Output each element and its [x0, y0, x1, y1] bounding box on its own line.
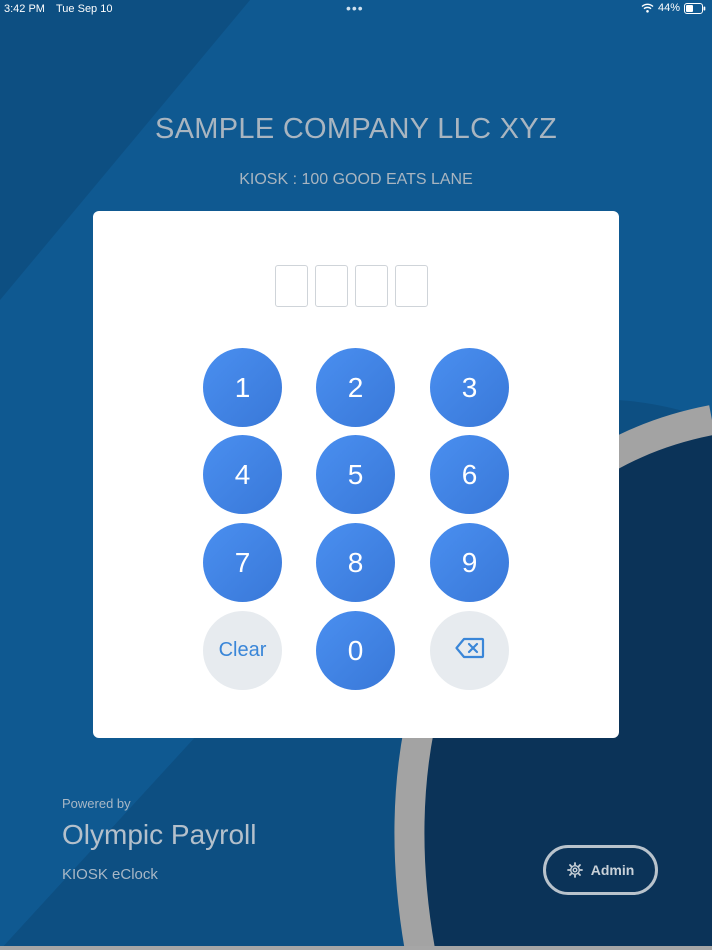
- powered-by-label: Powered by: [62, 796, 131, 811]
- product-name: KIOSK eClock: [62, 866, 158, 883]
- admin-label: Admin: [590, 862, 635, 878]
- pin-digit-4: [395, 265, 428, 307]
- key-3[interactable]: 3: [430, 348, 509, 427]
- kiosk-location: KIOSK : 100 GOOD EATS LANE: [239, 171, 473, 188]
- pin-digit-3: [355, 265, 388, 307]
- pin-digit-2: [315, 265, 348, 307]
- status-time: 3:42 PM: [4, 3, 45, 15]
- key-9[interactable]: 9: [430, 523, 509, 602]
- pin-digit-1: [275, 265, 308, 307]
- key-0[interactable]: 0: [316, 611, 395, 690]
- pin-entry-card: 1 2 3 4 5 6 7 8 9 Clear 0: [93, 211, 619, 738]
- admin-button[interactable]: Admin: [543, 845, 658, 895]
- gear-icon: [566, 862, 583, 878]
- battery-icon: [684, 2, 706, 14]
- multitasking-dots[interactable]: •••: [346, 0, 364, 16]
- bottom-divider: [0, 946, 712, 950]
- status-date: Tue Sep 10: [56, 3, 113, 15]
- status-bar: 3:42 PM Tue Sep 10 ••• 44%: [0, 0, 712, 18]
- key-2[interactable]: 2: [316, 348, 395, 427]
- brand-name: Olympic Payroll: [62, 819, 257, 850]
- backspace-button[interactable]: [430, 611, 509, 690]
- key-6[interactable]: 6: [430, 435, 509, 514]
- wifi-icon: [641, 3, 654, 13]
- company-title: SAMPLE COMPANY LLC XYZ: [155, 113, 557, 145]
- battery-percent: 44%: [657, 2, 680, 14]
- key-7[interactable]: 7: [203, 523, 282, 602]
- key-5[interactable]: 5: [316, 435, 395, 514]
- key-1[interactable]: 1: [203, 348, 282, 427]
- status-indicators: 44%: [641, 2, 706, 14]
- backspace-icon: [454, 637, 485, 665]
- clear-button[interactable]: Clear: [203, 611, 282, 690]
- pin-boxes: [275, 265, 428, 307]
- key-4[interactable]: 4: [203, 435, 282, 514]
- key-8[interactable]: 8: [316, 523, 395, 602]
